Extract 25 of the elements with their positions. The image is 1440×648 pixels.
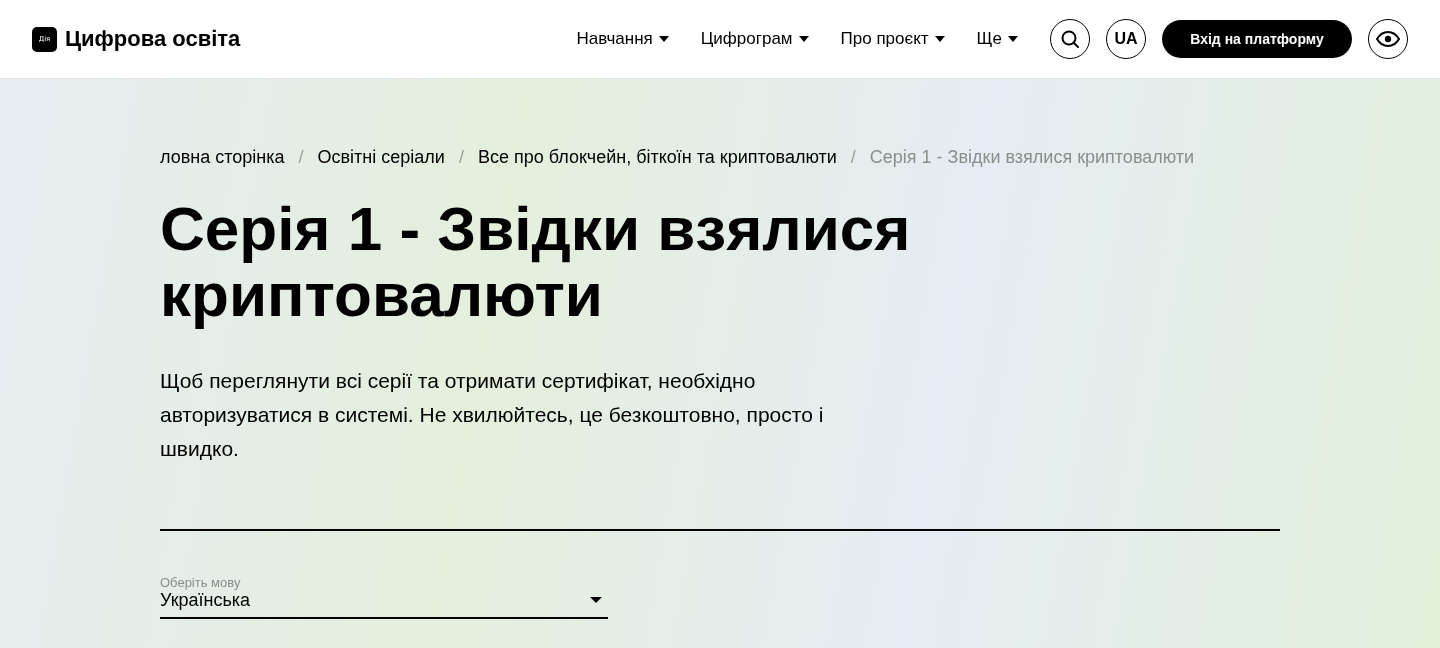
breadcrumb-separator: /: [850, 147, 856, 168]
login-button[interactable]: Вхід на платформу: [1162, 20, 1352, 58]
language-button[interactable]: UA: [1106, 19, 1146, 59]
nav-menu-item[interactable]: Про проєкт: [840, 29, 945, 49]
logo-text[interactable]: Цифрова освіта: [65, 26, 241, 52]
eye-icon: [1376, 31, 1400, 47]
nav-menu-item[interactable]: Цифрограм: [700, 29, 809, 49]
caret-icon: [590, 597, 602, 603]
search-button[interactable]: [1050, 19, 1090, 59]
caret-icon: [798, 36, 809, 42]
accessibility-button[interactable]: [1368, 19, 1408, 59]
nav-menu-item[interactable]: Навчання: [576, 29, 669, 49]
breadcrumb-separator: /: [298, 147, 304, 168]
breadcrumb-link[interactable]: Освітні серіали: [317, 147, 445, 168]
breadcrumb-link[interactable]: ловна сторінка: [160, 147, 285, 168]
caret-icon: [934, 36, 945, 42]
description-text: Щоб переглянути всі серії та отримати сертифікат, необхідно авторизуватися в системі. Не хвилюйтесь, це безкоштовно, просто і швидко.: [160, 368, 825, 462]
search-icon: [1060, 29, 1080, 49]
nav-menu-item[interactable]: Ще: [976, 29, 1018, 49]
language-select[interactable]: Оберіть мову Українська: [160, 575, 608, 619]
page-title: Серія 1 - Звідки взялися криптовалюти: [160, 196, 912, 328]
caret-icon: [1008, 36, 1018, 42]
breadcrumb-link[interactable]: Все про блокчейн, біткоїн та криптовалюти: [477, 147, 837, 168]
caret-icon: [658, 36, 669, 42]
breadcrumb-separator: /: [458, 147, 464, 168]
